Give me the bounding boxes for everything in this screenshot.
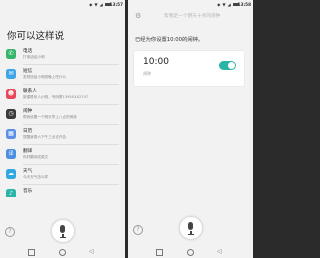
suggestion-desc: 帮我设置一个明天早上八点的闹钟: [23, 115, 77, 119]
suggestion-list: ✆ 电话 打电话给小明 ✉ 短信 发短信给小明说晚上吃什么 ☻ 联系人 新建联系…: [6, 45, 119, 197]
suggestion-desc: 新建联系人小明，号码是1395XXX2747: [23, 95, 89, 99]
toggle-knob: [228, 62, 235, 69]
suggestion-item-music[interactable]: ♪ 音乐: [6, 185, 119, 197]
gear-icon[interactable]: ⚙: [135, 12, 141, 20]
microphone-button[interactable]: [179, 216, 203, 240]
suggestion-item-calendar[interactable]: ▦ 日历 提醒我周六下午三点去开会: [6, 125, 119, 145]
suggestion-title: 闹钟: [23, 109, 33, 114]
home-button[interactable]: [59, 249, 66, 256]
alarm-time: 10:00: [143, 57, 169, 67]
suggestion-title: 电话: [23, 49, 33, 54]
navigation-bar: ◁: [128, 247, 253, 258]
suggestion-desc: 你好翻译成英文: [23, 155, 49, 159]
weather-icon: ☁: [6, 169, 16, 179]
suggestion-item-sms[interactable]: ✉ 短信 发短信给小明说晚上吃什么: [6, 65, 119, 85]
alarm-toggle[interactable]: [219, 61, 236, 70]
suggestion-desc: 提醒我周六下午三点去开会: [23, 135, 67, 139]
assistant-reply: 已经为你设置10:00的闹钟。: [135, 37, 204, 43]
message-icon: ✉: [6, 69, 16, 79]
suggestion-title: 翻译: [23, 149, 33, 154]
suggestion-desc: 打电话给小明: [23, 55, 45, 59]
suggestion-title: 天气: [23, 169, 33, 174]
suggestion-item-alarm[interactable]: ◷ 闹钟 帮我设置一个明天早上八点的闹钟: [6, 105, 119, 125]
recent-apps-button[interactable]: [28, 249, 35, 256]
help-icon[interactable]: ?: [133, 225, 143, 235]
suggestion-title: 音乐: [23, 189, 33, 194]
status-icons: ◆ ▼ ◢: [89, 2, 103, 7]
back-button[interactable]: ◁: [217, 248, 222, 255]
status-bar: ◆ ▼ ◢ 13:58: [128, 0, 253, 10]
status-time: 13:58: [237, 2, 251, 7]
phone-icon: ✆: [6, 49, 16, 59]
microphone-icon: [60, 225, 65, 233]
suggestion-item-translate[interactable]: 译 翻译 你好翻译成英文: [6, 145, 119, 165]
alarm-label: 闹钟: [143, 71, 151, 76]
voice-assistant-suggestions-screen: ◆ ▼ ◢ 13:57 你可以这样说 ✆ 电话 打电话给小明 ✉ 短信 发短信给…: [0, 0, 125, 258]
suggestion-title: 联系人: [23, 89, 37, 94]
suggestion-desc: 发短信给小明说晚上吃什么: [23, 75, 67, 79]
navigation-bar: ◁: [0, 247, 125, 258]
microphone-button[interactable]: [51, 219, 75, 243]
microphone-icon: [188, 222, 193, 230]
suggestion-title: 日历: [23, 129, 33, 134]
suggestion-item-weather[interactable]: ☁ 天气 今天天气怎么样: [6, 165, 119, 185]
status-icons: ◆ ▼ ◢: [217, 2, 231, 7]
voice-assistant-result-screen: ◆ ▼ ◢ 13:58 ⚙ 帮我定一个明天十点的闹钟 已经为你设置10:00的闹…: [128, 0, 253, 258]
suggestion-desc: 今天天气怎么样: [23, 175, 49, 179]
status-bar: ◆ ▼ ◢ 13:57: [0, 0, 125, 10]
clock-icon: ◷: [6, 109, 16, 119]
contacts-icon: ☻: [6, 89, 16, 99]
home-button[interactable]: [187, 249, 194, 256]
help-icon[interactable]: ?: [5, 227, 15, 237]
back-button[interactable]: ◁: [89, 248, 94, 255]
voice-query-text: 帮我定一个明天十点的闹钟: [164, 14, 221, 19]
status-time: 13:57: [109, 2, 123, 7]
page-title: 你可以这样说: [7, 31, 65, 42]
suggestion-item-contacts[interactable]: ☻ 联系人 新建联系人小明，号码是1395XXX2747: [6, 85, 119, 105]
translate-icon: 译: [6, 149, 16, 159]
calendar-icon: ▦: [6, 129, 16, 139]
suggestion-title: 短信: [23, 69, 33, 74]
recent-apps-button[interactable]: [156, 249, 163, 256]
music-icon: ♪: [6, 189, 16, 197]
suggestion-item-phone[interactable]: ✆ 电话 打电话给小明: [6, 45, 119, 65]
alarm-card[interactable]: 10:00 闹钟: [134, 51, 244, 86]
